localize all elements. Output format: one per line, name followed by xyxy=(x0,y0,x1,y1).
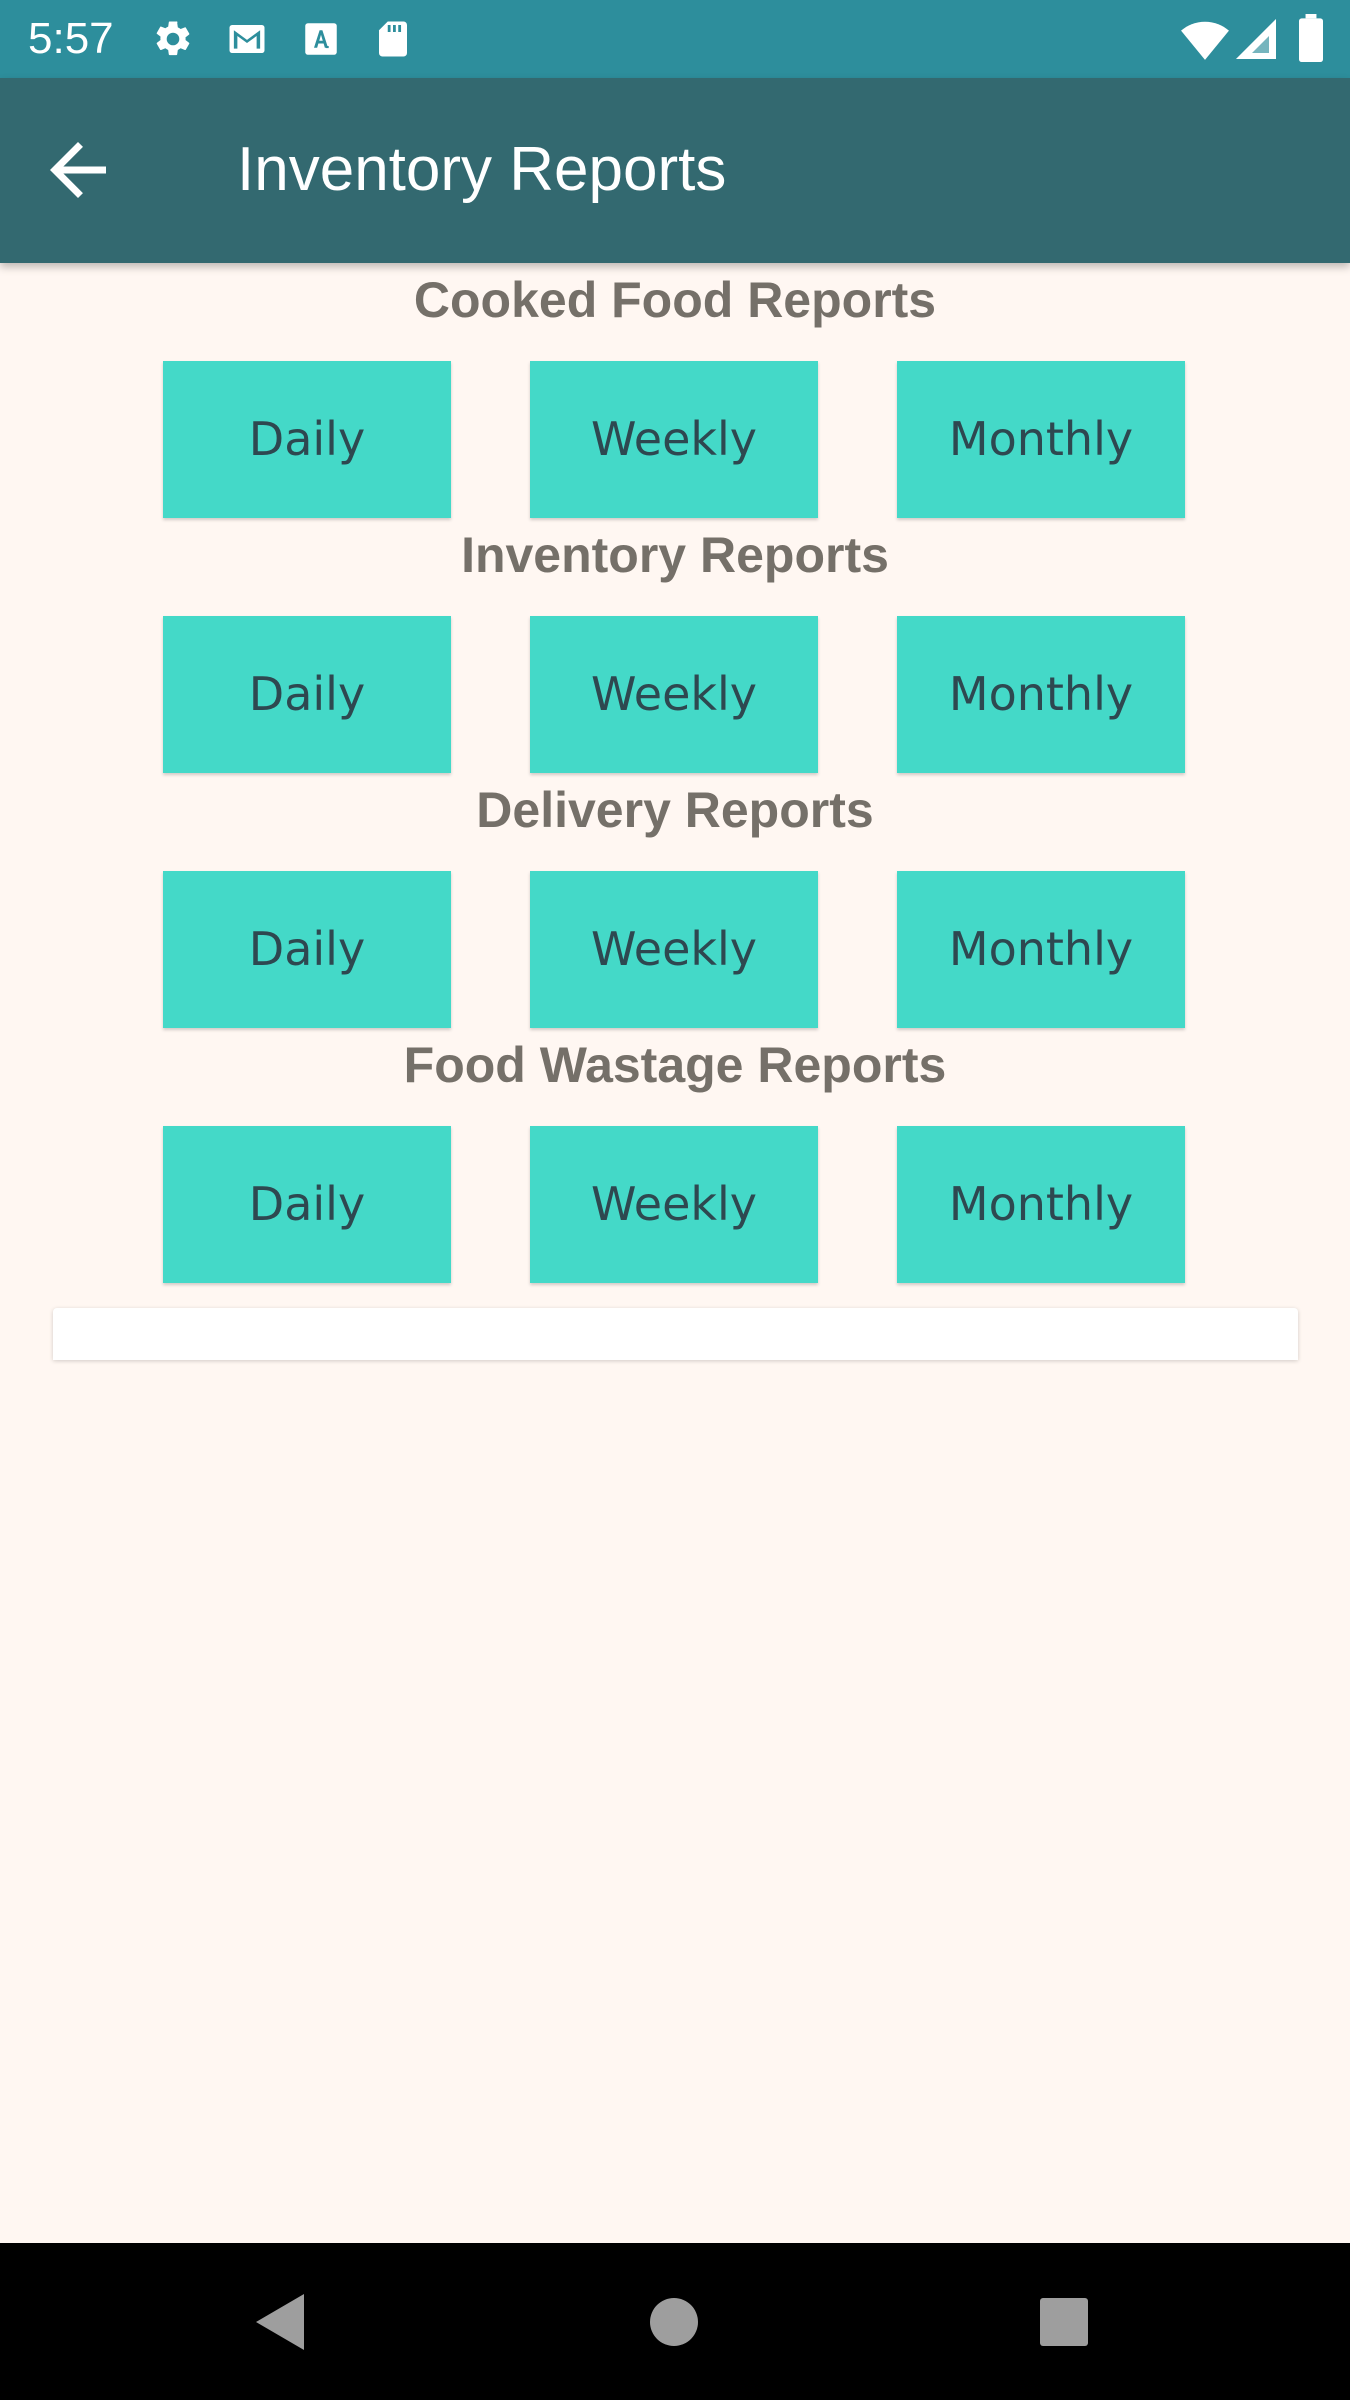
settings-icon xyxy=(156,21,190,56)
inventory-daily-button[interactable]: Daily xyxy=(163,616,451,773)
section-title-delivery: Delivery Reports xyxy=(476,782,874,838)
section-title-inventory: Inventory Reports xyxy=(461,527,889,583)
wifi-icon xyxy=(1181,21,1229,60)
sd-card-icon xyxy=(379,21,407,57)
delivery-daily-button[interactable]: Daily xyxy=(163,871,451,1028)
gmail-icon xyxy=(229,25,265,53)
food-wastage-weekly-button[interactable]: Weekly xyxy=(530,1126,818,1283)
back-triangle-icon[interactable] xyxy=(248,2290,312,2354)
app-bar: Inventory Reports xyxy=(0,78,1350,263)
food-wastage-daily-button[interactable]: Daily xyxy=(163,1126,451,1283)
recents-square-icon[interactable] xyxy=(1032,2290,1096,2354)
arrow-back-icon xyxy=(50,142,106,198)
cooked-food-monthly-button[interactable]: Monthly xyxy=(897,361,1185,518)
status-bar: 5:57 xyxy=(0,0,1350,78)
cooked-food-daily-button[interactable]: Daily xyxy=(163,361,451,518)
signal-icon xyxy=(1236,19,1276,59)
section-title-food-wastage: Food Wastage Reports xyxy=(403,1037,947,1093)
status-time: 5:57 xyxy=(28,14,114,63)
content-card xyxy=(53,1308,1298,1360)
section-title-cooked-food: Cooked Food Reports xyxy=(413,272,937,328)
delivery-monthly-button[interactable]: Monthly xyxy=(897,871,1185,1028)
food-wastage-monthly-button[interactable]: Monthly xyxy=(897,1126,1185,1283)
delivery-weekly-button[interactable]: Weekly xyxy=(530,871,818,1028)
home-circle-icon[interactable] xyxy=(642,2290,706,2354)
inventory-weekly-button[interactable]: Weekly xyxy=(530,616,818,773)
back-button[interactable] xyxy=(36,128,120,212)
cooked-food-weekly-button[interactable]: Weekly xyxy=(530,361,818,518)
a-notification-icon xyxy=(305,23,337,55)
page-title: Inventory Reports xyxy=(237,135,727,204)
inventory-monthly-button[interactable]: Monthly xyxy=(897,616,1185,773)
battery-icon xyxy=(1299,14,1323,62)
